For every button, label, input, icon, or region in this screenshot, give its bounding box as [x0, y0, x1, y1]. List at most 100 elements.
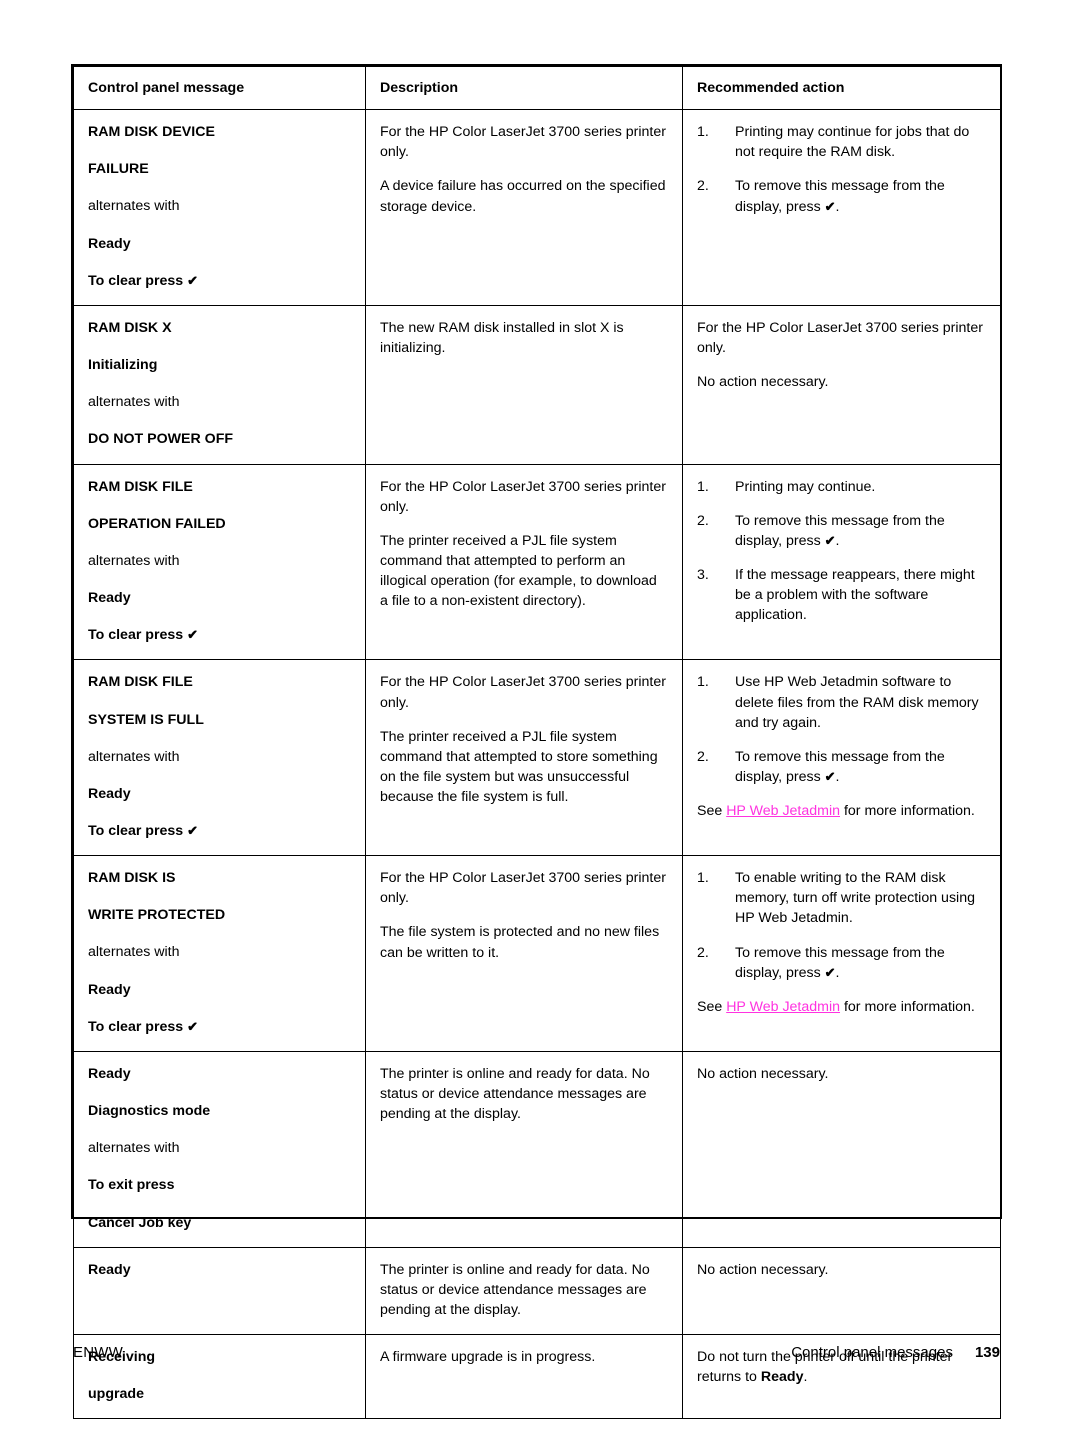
action-step-text: To remove this message from the display,…: [735, 512, 945, 549]
document-page: Control panel message Description Recomm…: [0, 0, 1080, 1437]
see-prefix: See: [697, 998, 727, 1015]
checkmark-icon: ✔: [187, 1018, 199, 1034]
message-line: Ready: [88, 590, 131, 607]
table-row: RAM DISK IS WRITE PROTECTED alternates w…: [73, 855, 1001, 1052]
table-row: RAM DISK FILE OPERATION FAILED alternate…: [73, 463, 1001, 661]
page-footer: ENWW Control panel messages 139: [73, 1344, 1000, 1361]
checkmark-icon: ✔: [187, 272, 199, 288]
hp-web-jetadmin-link[interactable]: HP Web Jetadmin: [726, 803, 840, 819]
footer-enww-label: ENWW: [73, 1344, 123, 1361]
description-paragraph: The printer received a PJL file system c…: [380, 532, 657, 610]
cell-description: For the HP Color LaserJet 3700 series pr…: [365, 659, 683, 857]
to-clear-press-label: To clear press: [88, 822, 184, 839]
cell-description: The printer is online and ready for data…: [365, 1246, 683, 1336]
cell-recommended-action: No action necessary.: [682, 1246, 1001, 1336]
message-line: Ready: [88, 1065, 131, 1082]
action-step: To remove this message from the display,…: [697, 943, 945, 981]
action-step: If the message reappears, there might be…: [697, 565, 975, 624]
action-step: Printing may continue for jobs that do n…: [697, 122, 970, 161]
message-line: WRITE PROTECTED: [88, 907, 226, 924]
message-line: OPERATION FAILED: [88, 515, 226, 532]
message-line: Ready: [88, 235, 131, 252]
cell-control-panel-message: RAM DISK X Initializing alternates with …: [73, 304, 366, 465]
action-step-text: To remove this message from the display,…: [735, 944, 945, 981]
table-row: RAM DISK FILE SYSTEM IS FULL alternates …: [73, 659, 1001, 857]
action-paragraph: No action necessary.: [697, 1261, 829, 1278]
alternates-with-label: alternates with: [88, 552, 180, 569]
cell-recommended-action: Use HP Web Jetadmin software to delete f…: [682, 659, 1001, 857]
table-row: RAM DISK X Initializing alternates with …: [73, 304, 1001, 465]
message-line: DO NOT POWER OFF: [88, 431, 234, 448]
action-step: To enable writing to the RAM disk memory…: [697, 868, 975, 927]
message-line: SYSTEM IS FULL: [88, 711, 204, 728]
message-line: RAM DISK FILE: [88, 478, 193, 495]
alternates-with-label: alternates with: [88, 198, 180, 215]
description-paragraph: The new RAM disk installed in slot X is …: [380, 319, 624, 357]
description-paragraph: The printer received a PJL file system c…: [380, 728, 658, 806]
see-also-paragraph: See HP Web Jetadmin for more information…: [697, 997, 986, 1017]
message-line: RAM DISK DEVICE: [88, 124, 215, 141]
cell-recommended-action: Printing may continue. To remove this me…: [682, 463, 1001, 661]
action-step-list: Printing may continue for jobs that do n…: [697, 122, 986, 217]
action-text-suffix: .: [803, 1369, 808, 1386]
action-step: To remove this message from the display,…: [697, 747, 945, 785]
description-paragraph: For the HP Color LaserJet 3700 series pr…: [380, 674, 666, 711]
cell-description: For the HP Color LaserJet 3700 series pr…: [365, 109, 683, 306]
table-row: RAM DISK DEVICE FAILURE alternates with …: [73, 109, 1001, 306]
cell-control-panel-message: Ready Diagnostics mode alternates with T…: [73, 1050, 366, 1248]
action-step: Printing may continue.: [697, 477, 876, 497]
message-line: Initializing: [88, 357, 158, 374]
description-paragraph: The printer is online and ready for data…: [380, 1261, 650, 1318]
cell-recommended-action: Printing may continue for jobs that do n…: [682, 109, 1001, 306]
footer-section-label: Control panel messages: [791, 1344, 953, 1361]
checkmark-icon: ✔: [824, 768, 836, 784]
to-clear-press-label: To clear press: [88, 272, 184, 289]
to-clear-press-label: To clear press: [88, 1018, 184, 1035]
action-text-bold: Ready: [760, 1369, 804, 1386]
cell-description: The new RAM disk installed in slot X is …: [365, 304, 683, 465]
message-line: RAM DISK FILE: [88, 674, 193, 691]
action-step: To remove this message from the display,…: [697, 176, 945, 215]
cell-control-panel-message: Ready: [73, 1246, 366, 1336]
description-paragraph: For the HP Color LaserJet 3700 series pr…: [380, 478, 666, 515]
checkmark-icon: ✔: [824, 532, 836, 548]
hp-web-jetadmin-link[interactable]: HP Web Jetadmin: [726, 999, 840, 1015]
message-line: To exit press: [88, 1177, 175, 1194]
checkmark-icon: ✔: [187, 627, 199, 643]
alternates-with-label: alternates with: [88, 394, 180, 411]
message-line: To clear press ✔: [88, 625, 351, 645]
table-header-row: Control panel message Description Recomm…: [73, 65, 1001, 111]
see-prefix: See: [697, 803, 727, 820]
see-suffix: for more information.: [840, 803, 975, 820]
cell-control-panel-message: RAM DISK IS WRITE PROTECTED alternates w…: [73, 855, 366, 1052]
column-header-control-panel-message: Control panel message: [73, 65, 366, 111]
footer-right-group: Control panel messages 139: [791, 1344, 1000, 1361]
message-line: To clear press ✔: [88, 821, 351, 841]
cell-recommended-action: To enable writing to the RAM disk memory…: [682, 855, 1001, 1052]
see-suffix: for more information.: [840, 998, 975, 1015]
action-step-list: Use HP Web Jetadmin software to delete f…: [697, 672, 986, 787]
column-header-description: Description: [365, 65, 683, 111]
footer-page-number: 139: [974, 1344, 1000, 1361]
message-line: RAM DISK IS: [88, 870, 176, 887]
action-step: To remove this message from the display,…: [697, 511, 945, 549]
alternates-with-label: alternates with: [88, 944, 180, 961]
description-paragraph: For the HP Color LaserJet 3700 series pr…: [380, 870, 666, 907]
description-paragraph: The printer is online and ready for data…: [380, 1065, 650, 1123]
message-line: Ready: [88, 785, 131, 802]
message-line: upgrade: [88, 1386, 144, 1403]
cell-control-panel-message: RAM DISK FILE OPERATION FAILED alternate…: [73, 463, 366, 661]
message-line: Cancel Job key: [88, 1214, 192, 1231]
action-paragraph: No action necessary.: [697, 1065, 829, 1082]
action-step-list: To enable writing to the RAM disk memory…: [697, 868, 986, 983]
description-paragraph: For the HP Color LaserJet 3700 series pr…: [380, 124, 666, 161]
message-line: To clear press ✔: [88, 1017, 351, 1037]
see-also-paragraph: See HP Web Jetadmin for more information…: [697, 801, 986, 821]
description-paragraph: A device failure has occurred on the spe…: [380, 178, 666, 215]
cell-recommended-action: For the HP Color LaserJet 3700 series pr…: [682, 304, 1001, 465]
checkmark-icon: ✔: [824, 964, 836, 980]
action-step-text: To remove this message from the display,…: [735, 178, 945, 215]
cell-recommended-action: No action necessary.: [682, 1050, 1001, 1248]
message-line: To clear press ✔: [88, 271, 351, 291]
alternates-with-label: alternates with: [88, 748, 180, 765]
